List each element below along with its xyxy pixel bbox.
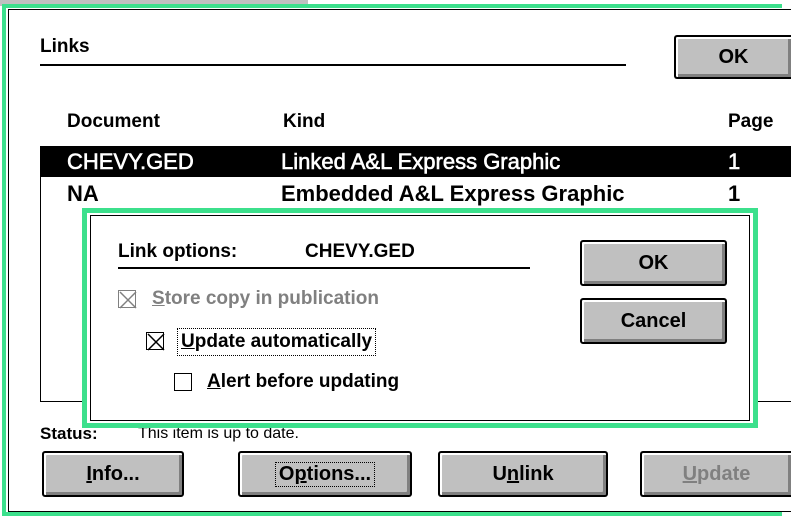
column-header-kind: Kind — [283, 111, 326, 132]
unlink-button-label: Unlink — [492, 462, 554, 485]
row-kind: Linked A&L Express Graphic — [281, 149, 561, 175]
link-options-underline — [118, 267, 530, 269]
links-ok-button[interactable]: OK — [674, 35, 791, 79]
row-document: CHEVY.GED — [67, 149, 194, 175]
update-button[interactable]: Update — [640, 451, 791, 497]
update-automatically-label: Update automatically — [177, 328, 377, 356]
info-button[interactable]: Info... — [42, 451, 184, 497]
info-button-label: Info... — [86, 462, 140, 485]
check-x-icon — [147, 333, 165, 351]
link-options-label: Link options: — [118, 241, 238, 262]
column-header-document: Document — [67, 111, 160, 132]
links-ok-label: OK — [718, 45, 749, 68]
store-copy-checkbox[interactable] — [118, 290, 137, 309]
store-copy-label: Store copy in publication — [152, 288, 379, 309]
update-automatically-checkbox[interactable] — [146, 332, 165, 351]
column-header-page: Page — [728, 111, 774, 132]
link-options-document: CHEVY.GED — [305, 241, 415, 262]
link-options-cancel-button[interactable]: Cancel — [580, 298, 727, 344]
list-row[interactable]: NA Embedded A&L Express Graphic 1 — [41, 179, 791, 209]
link-options-ok-label: OK — [638, 251, 669, 274]
options-button[interactable]: Options... — [238, 451, 412, 497]
update-button-label: Update — [682, 462, 751, 485]
list-row-selected[interactable]: CHEVY.GED Linked A&L Express Graphic 1 — [41, 147, 791, 177]
link-options-ok-button[interactable]: OK — [580, 240, 727, 286]
link-options-cancel-label: Cancel — [620, 309, 687, 332]
row-page: 1 — [728, 149, 741, 175]
links-heading-underline — [40, 64, 626, 66]
alert-before-updating-checkbox[interactable] — [174, 373, 192, 391]
check-x-icon — [119, 291, 137, 309]
options-button-label: Options... — [274, 461, 376, 487]
links-heading: Links — [40, 36, 90, 57]
unlink-button[interactable]: Unlink — [438, 451, 608, 497]
row-page: 1 — [728, 181, 741, 206]
alert-before-updating-label: Alert before updating — [207, 371, 400, 392]
row-kind: Embedded A&L Express Graphic — [281, 181, 625, 206]
row-document: NA — [67, 181, 99, 206]
